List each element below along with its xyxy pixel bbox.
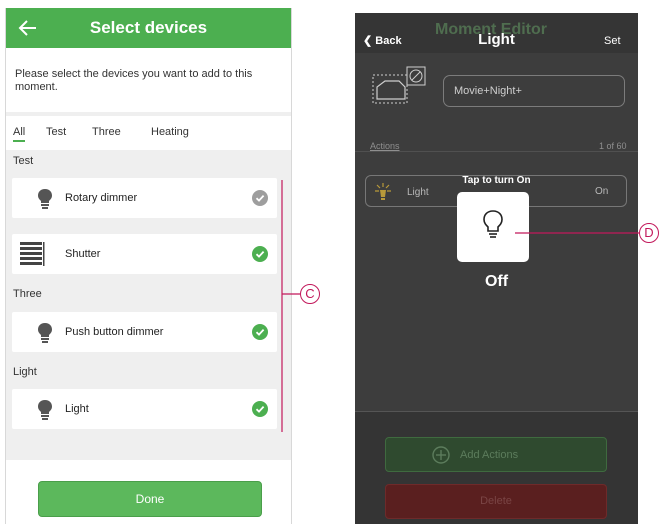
- light-state: Off: [484, 273, 509, 290]
- bulb-icon: [38, 189, 52, 209]
- section-header-test: Test: [13, 155, 34, 167]
- section-header-light: Light: [13, 366, 37, 378]
- add-actions-label: Add Actions: [460, 449, 519, 461]
- select-devices-screen: Select devices Please select the devices…: [5, 8, 292, 524]
- header-bar: Select devices: [6, 8, 291, 48]
- shutter-icon: [20, 242, 45, 266]
- moment-image-icon[interactable]: [371, 65, 427, 115]
- instruction-text: Please select the devices you want to ad…: [6, 48, 291, 112]
- device-item-push-button-dimmer[interactable]: Push button dimmer: [12, 312, 277, 352]
- device-name: Shutter: [65, 248, 101, 260]
- moment-name-field[interactable]: Movie+Night+: [443, 75, 625, 107]
- light-toggle-button[interactable]: [457, 192, 529, 262]
- checkmark-green-icon[interactable]: [252, 324, 268, 340]
- device-item-light[interactable]: Light: [12, 389, 277, 429]
- device-item-shutter[interactable]: Shutter: [12, 234, 277, 274]
- add-actions-button[interactable]: Add Actions: [385, 437, 607, 472]
- action-value: On: [595, 186, 609, 197]
- set-button[interactable]: Set: [604, 35, 621, 47]
- actions-count: 1 of 60: [599, 141, 627, 151]
- tab-three[interactable]: Three: [92, 126, 121, 138]
- checkmark-green-icon[interactable]: [252, 401, 268, 417]
- checkmark-green-icon[interactable]: [252, 246, 268, 262]
- bulb-icon: [38, 323, 52, 343]
- action-device: Light: [407, 187, 429, 198]
- page-title: Light: [478, 31, 515, 48]
- checkmark-gray-icon[interactable]: [252, 190, 268, 206]
- lightbulb-icon: [483, 210, 503, 238]
- moment-editor-screen: Moment Editor ❮ Back Light Set Movie+Nig…: [355, 13, 638, 524]
- bulb-icon: [38, 400, 52, 420]
- callout-c-label: C: [300, 284, 320, 304]
- divider: [355, 151, 638, 152]
- actions-label: Actions: [370, 141, 400, 151]
- tap-hint: Tap to turn On: [462, 175, 531, 186]
- tab-all[interactable]: All: [13, 126, 26, 142]
- delete-button[interactable]: Delete: [385, 484, 607, 519]
- plus-circle-icon: [432, 446, 450, 464]
- callout-d-label: D: [639, 223, 659, 243]
- header-bar: Moment Editor ❮ Back Light Set: [355, 13, 638, 53]
- tab-test[interactable]: Test: [46, 126, 66, 138]
- section-header-three: Three: [13, 288, 42, 300]
- done-button[interactable]: Done: [38, 481, 262, 517]
- device-name: Push button dimmer: [65, 326, 164, 338]
- device-name: Rotary dimmer: [65, 192, 138, 204]
- filter-tabs: All Test Three Heating: [6, 116, 291, 150]
- device-item-rotary-dimmer[interactable]: Rotary dimmer: [12, 178, 277, 218]
- device-name: Light: [65, 403, 89, 415]
- page-title: Select devices: [89, 18, 208, 37]
- tab-heating[interactable]: Heating: [151, 126, 189, 138]
